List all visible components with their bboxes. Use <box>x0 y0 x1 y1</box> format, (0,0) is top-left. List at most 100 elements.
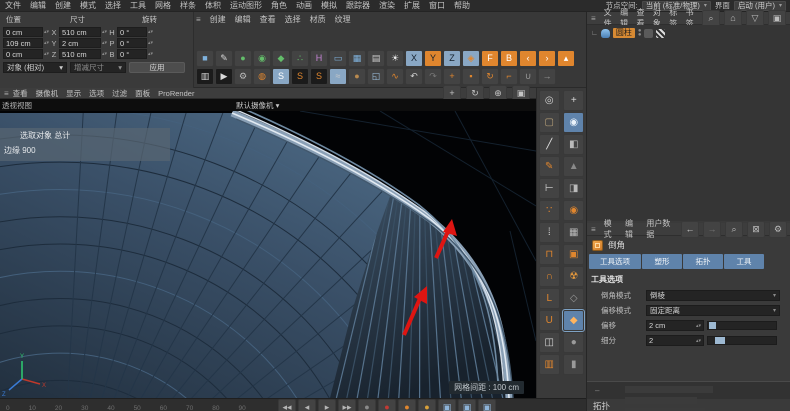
undo-icon[interactable]: ↶ <box>405 68 423 85</box>
sphere-icon[interactable]: ● <box>234 50 252 67</box>
rot-h-field[interactable]: 0 ° <box>117 27 147 37</box>
menu-item[interactable]: 编辑 <box>30 0 46 11</box>
burger-icon[interactable]: ≡ <box>591 225 596 234</box>
menu-item[interactable]: 帮助 <box>454 0 470 11</box>
menu-item[interactable]: 动画 <box>296 0 312 11</box>
keyframe-red-icon[interactable]: ● <box>378 399 396 411</box>
menu-item[interactable]: ProRender <box>158 89 194 98</box>
menu-item[interactable]: 查看 <box>260 14 276 25</box>
subdivision-surface-icon[interactable]: ◉ <box>253 50 271 67</box>
menu-item[interactable]: 70 <box>186 405 193 411</box>
menu-item[interactable]: 50 <box>134 405 141 411</box>
cylinder-tool-icon[interactable]: ▮ <box>563 354 585 375</box>
timeline-strip[interactable]: 0 10 20 30 40 50 60 70 80 90 ◂◂ ◂ ▸ ▸▸ ● ● ● ● ▣ ▣ ▣ <box>0 398 586 411</box>
sphere-tool-icon[interactable]: ● <box>563 332 585 353</box>
menu-item[interactable]: 体积 <box>205 0 221 11</box>
blue-toggle3-icon[interactable]: ▣ <box>478 399 496 411</box>
cluster-icon[interactable]: H <box>310 50 328 67</box>
front-view-icon[interactable]: F <box>481 50 499 67</box>
go-start-icon[interactable]: ◂◂ <box>278 399 296 411</box>
cube-s-icon[interactable]: S <box>310 68 328 85</box>
size-mode-select[interactable]: 增减尺寸 ▾ <box>70 62 126 73</box>
rot-p-field[interactable]: 0 ° <box>117 38 147 48</box>
texture-ball-icon[interactable]: ◍ <box>253 68 271 85</box>
camera-icon[interactable]: ▤ <box>367 50 385 67</box>
menu-item[interactable]: 网格 <box>155 0 171 11</box>
tab-topology[interactable]: 拓扑 <box>683 254 723 269</box>
measure-icon[interactable]: ⊢ <box>538 178 560 199</box>
offset-field[interactable]: 2 cm ▴▾ <box>646 320 704 331</box>
menu-item[interactable]: 角色 <box>271 0 287 11</box>
frame-select-icon[interactable]: ▢ <box>538 112 560 133</box>
search-icon[interactable]: ⌕ <box>725 220 743 238</box>
menu-item[interactable]: 选项 <box>89 88 104 99</box>
subdivision-slider[interactable] <box>707 336 777 345</box>
bridge-tool-icon[interactable]: ⊓ <box>538 244 560 265</box>
object-mode-select[interactable]: 对象 (相对) ▾ <box>3 62 67 73</box>
blue-toggle2-icon[interactable]: ▣ <box>458 399 476 411</box>
magnet-icon[interactable]: ∪ <box>519 68 537 85</box>
offset-slider[interactable] <box>707 321 777 330</box>
menu-item[interactable]: 工具 <box>130 0 146 11</box>
add-icon[interactable]: + <box>443 68 461 85</box>
blue-toggle1-icon[interactable]: ▣ <box>438 399 456 411</box>
hexagon-icon[interactable]: ◇ <box>563 288 585 309</box>
menu-item[interactable]: 60 <box>160 405 167 411</box>
forward-icon[interactable]: → <box>703 220 721 238</box>
brush-icon[interactable]: ✎ <box>538 156 560 177</box>
layout-icon[interactable]: ▣ <box>768 9 786 27</box>
scatter-icon[interactable]: ∵ <box>538 200 560 221</box>
menu-item[interactable]: 模式 <box>604 218 617 240</box>
workplane-icon[interactable]: ⌐ <box>500 68 518 85</box>
magnet-tool-icon[interactable]: U <box>538 310 560 331</box>
extrude-icon[interactable]: ◨ <box>563 178 585 199</box>
live-select-icon[interactable]: ◎ <box>538 90 560 111</box>
size-z-field[interactable]: 510 cm <box>59 49 101 59</box>
cube-icon[interactable]: ■ <box>196 50 214 67</box>
next-key-icon[interactable]: ▸▸ <box>338 399 356 411</box>
mirror-tool-icon[interactable]: ◫ <box>538 332 560 353</box>
sphere-s-icon[interactable]: S <box>291 68 309 85</box>
sketch-icon[interactable]: ∿ <box>386 68 404 85</box>
redo-icon[interactable]: ↷ <box>424 68 442 85</box>
texture-tag-icon[interactable] <box>656 28 666 38</box>
menu-item[interactable]: 创建 <box>210 14 226 25</box>
capsule-icon[interactable]: ▭ <box>329 50 347 67</box>
bottom-panel-label[interactable]: 拓扑 <box>593 400 610 411</box>
cone-tool-icon[interactable]: ▲ <box>563 156 585 177</box>
record-dot-icon[interactable]: ● <box>358 399 376 411</box>
menu-item[interactable]: 渲染 <box>379 0 395 11</box>
matrix2-icon[interactable]: ▦ <box>563 222 585 243</box>
burger-icon[interactable]: ≡ <box>196 15 201 24</box>
menu-item[interactable]: 跟踪器 <box>346 0 370 11</box>
render-queue-icon[interactable]: ▶ <box>215 68 233 85</box>
search-icon[interactable]: ⌕ <box>702 9 720 27</box>
tab-tool[interactable]: 工具 <box>724 254 764 269</box>
cube-tool-icon[interactable]: ◧ <box>563 134 585 155</box>
points-icon[interactable]: ⁞ <box>538 222 560 243</box>
symmetry-icon[interactable]: ◆ <box>272 50 290 67</box>
sds-icon[interactable]: S <box>272 68 290 85</box>
menu-item[interactable]: 选择 <box>285 14 301 25</box>
axis-z-lock-icon[interactable]: Z <box>443 50 461 67</box>
menu-item[interactable]: 模式 <box>80 0 96 11</box>
rot-b-field[interactable]: 0 ° <box>117 49 147 59</box>
viewport-3d-area[interactable]: X Y Z 选取对象 总计 边缘 900 网格间距 : 100 cm <box>0 111 536 398</box>
menu-item[interactable]: 20 <box>55 405 62 411</box>
menu-item[interactable]: 10 <box>29 405 36 411</box>
tab-shaping[interactable]: 塑形 <box>642 254 682 269</box>
camera-label[interactable]: 默认摄像机 ▾ <box>236 100 279 111</box>
render-settings-icon[interactable]: ⚙ <box>234 68 252 85</box>
floor-icon[interactable]: ◱ <box>367 68 385 85</box>
object-name[interactable]: 圆柱 <box>612 28 635 38</box>
spray-icon[interactable]: ≈ <box>329 68 347 85</box>
expand-icon[interactable]: ∟ <box>591 30 598 37</box>
menu-item[interactable]: 创建 <box>55 0 71 11</box>
render-view-icon[interactable]: ▥ <box>196 68 214 85</box>
prev-key-icon[interactable]: ◂ <box>298 399 316 411</box>
menu-item[interactable]: 90 <box>239 405 246 411</box>
radioactive-icon[interactable]: ☢ <box>563 266 585 287</box>
clay-icon[interactable]: ● <box>348 68 366 85</box>
burger-icon[interactable]: ≡ <box>591 14 596 23</box>
menu-item[interactable]: 运动图形 <box>230 0 262 11</box>
